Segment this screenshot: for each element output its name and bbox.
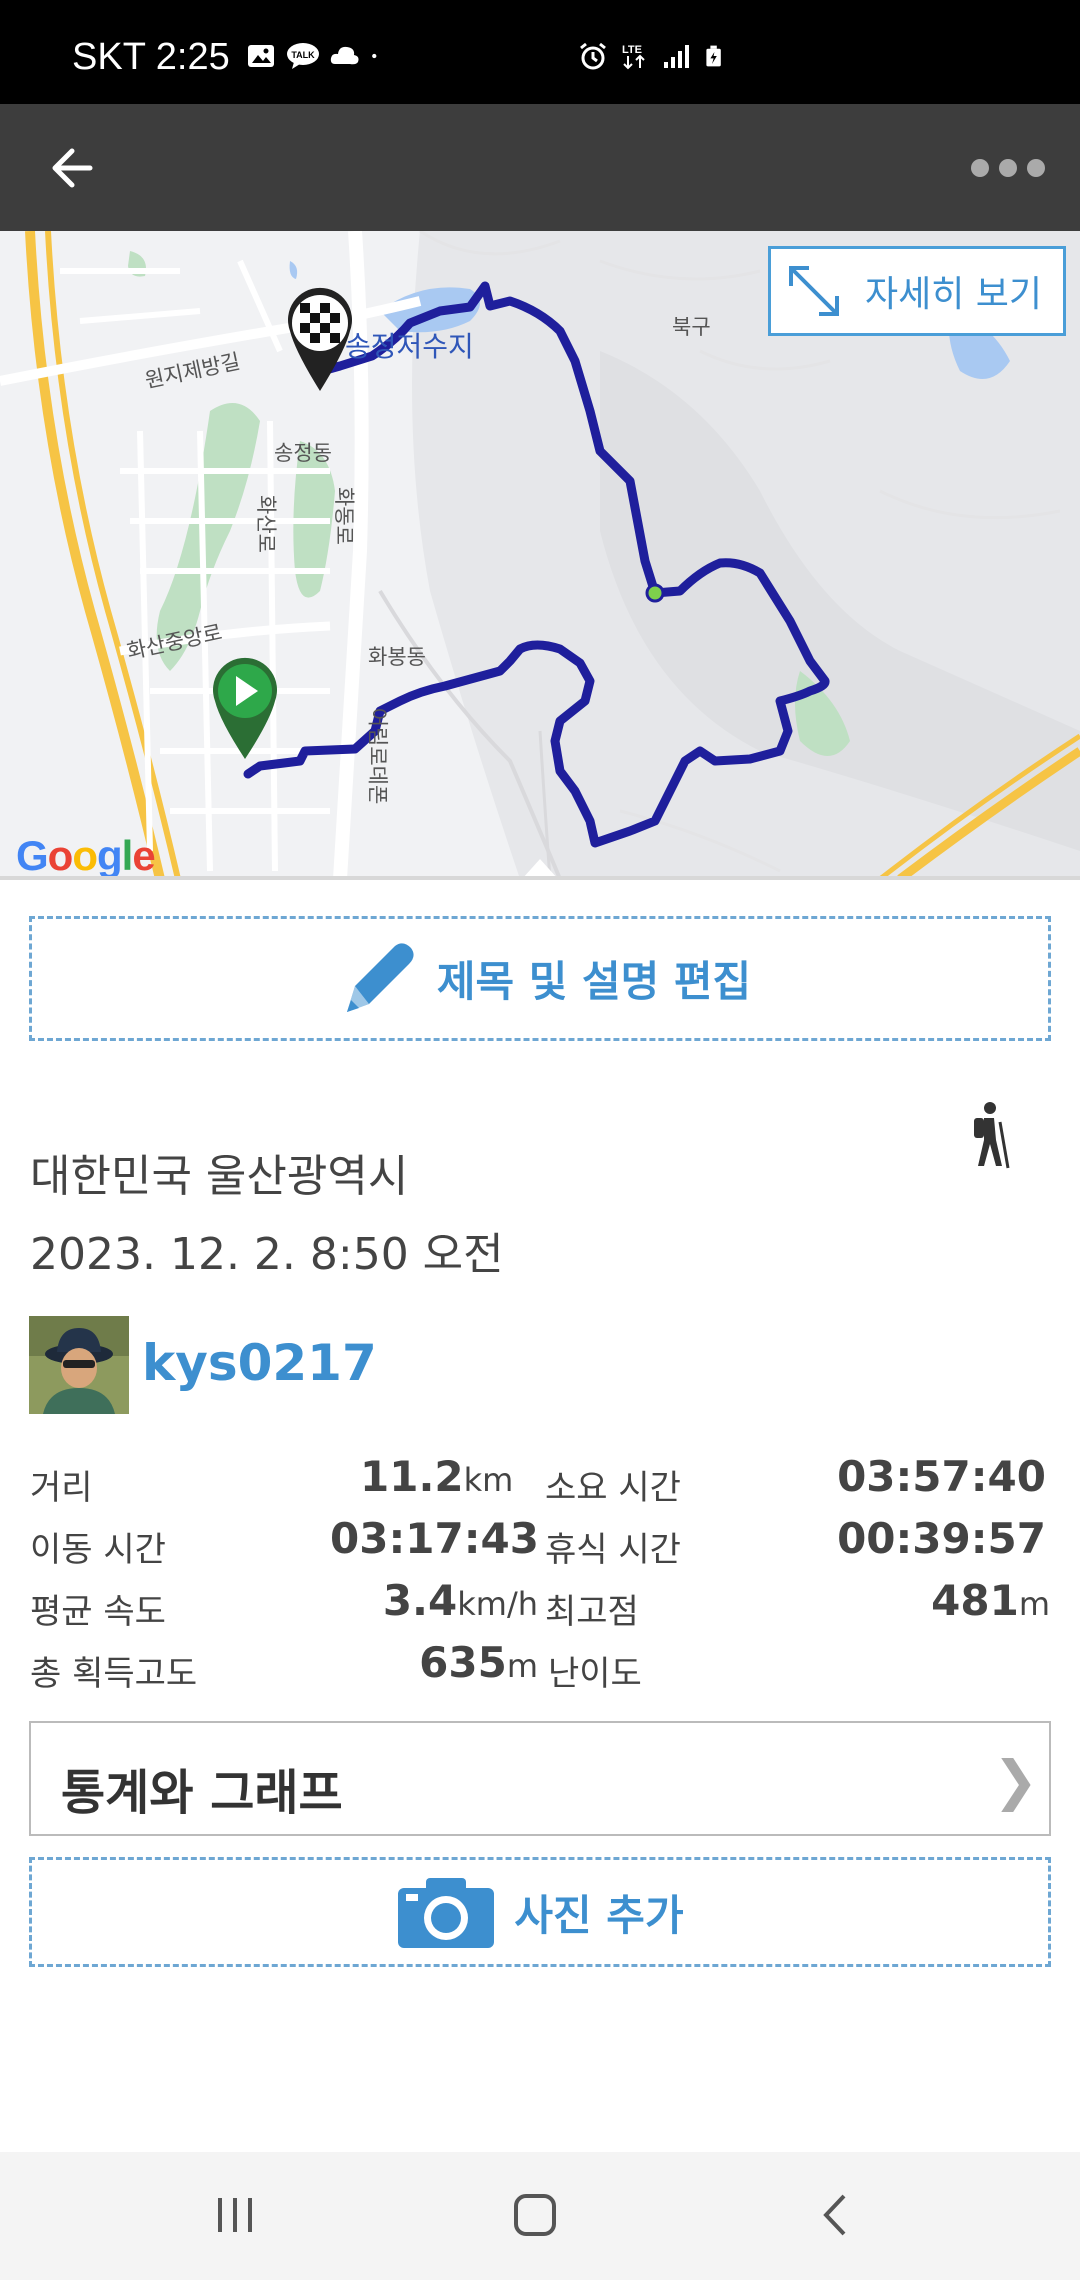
chevron-right-icon: ❯ [993,1749,1039,1812]
add-photo-button[interactable]: 사진 추가 [29,1857,1051,1967]
start-marker[interactable] [213,657,277,759]
hiking-icon [974,1102,1010,1169]
status-time: SKT 2:25 [72,36,230,78]
peak-label: 최고점 [545,1592,639,1632]
home-icon[interactable] [510,2190,560,2240]
svg-text:TALK: TALK [291,50,315,60]
battery-icon [706,45,721,67]
moving-time-value: 03:17:43 [330,1514,539,1563]
stats-graph-label: 통계와 그래프 [61,1765,343,1821]
recents-icon[interactable] [210,2190,260,2240]
svg-text:LTE: LTE [622,44,642,56]
rest-time-label: 휴식 시간 [545,1530,681,1570]
rest-time-value: 00:39:57 [837,1514,1046,1563]
difficulty-label: 난이도 [548,1654,642,1694]
map-label-road2: 어림로데폰 [365,707,390,805]
back-icon[interactable] [812,2190,862,2240]
avg-speed-value: 3.4km/h [382,1576,538,1625]
arrow-left-icon[interactable] [44,140,104,196]
distance-label: 거리 [30,1468,93,1508]
signal-icon [664,45,689,68]
system-nav-bar [0,2152,1080,2280]
pencil-icon [346,942,414,1012]
distance-value: 11.2km [360,1452,514,1501]
app-bar [0,104,1080,231]
avg-speed-label: 평균 속도 [30,1592,166,1632]
map-label-reservoir: 송정저수지 [345,330,474,363]
duration-label: 소요 시간 [545,1468,681,1508]
elevation-gain-value: 635m [419,1638,538,1687]
more-icon[interactable] [968,146,1048,190]
map-label-bukgu: 북구 [672,315,711,339]
activity-location: 대한민국 울산광역시 [30,1151,409,1202]
edit-title-button[interactable]: 제목 및 설명 편집 [29,916,1051,1041]
current-position-marker [645,583,665,603]
activity-datetime: 2023. 12. 2. 8:50 오전 [30,1229,504,1280]
map-label-hwabong: 화봉동 [368,645,426,669]
moving-time-label: 이동 시간 [30,1530,166,1570]
map-label-songjeong: 송정동 [274,441,332,465]
map-label-hwabongro: 화동로 [331,487,356,545]
finish-marker[interactable] [288,287,352,391]
lte-icon: LTE [622,44,645,70]
alarm-icon [580,42,606,70]
map-label-hwasanro: 화산로 [253,495,278,553]
kakaotalk-icon: TALK [287,43,319,69]
google-logo: Google [16,832,156,879]
username[interactable]: kys0217 [142,1334,377,1392]
peak-value: 481m [931,1576,1050,1625]
dot-icon [372,53,377,59]
camera-icon [398,1878,495,1948]
status-bar: SKT 2:25 TALK LTE [0,0,1080,104]
expand-icon [789,266,839,316]
elevation-gain-label: 총 획득고도 [30,1654,198,1694]
cloud-icon [330,46,359,65]
image-icon [248,45,274,67]
duration-value: 03:57:40 [837,1452,1046,1501]
edit-title-label: 제목 및 설명 편집 [436,957,752,1006]
stats-graph-button[interactable]: 통계와 그래프 ❯ [29,1721,1051,1836]
add-photo-label: 사진 추가 [514,1890,684,1940]
avatar[interactable] [29,1316,129,1414]
view-details-label: 자세히 보기 [865,274,1043,315]
view-details-button[interactable]: 자세히 보기 [768,246,1066,336]
map-divider [0,876,1080,880]
